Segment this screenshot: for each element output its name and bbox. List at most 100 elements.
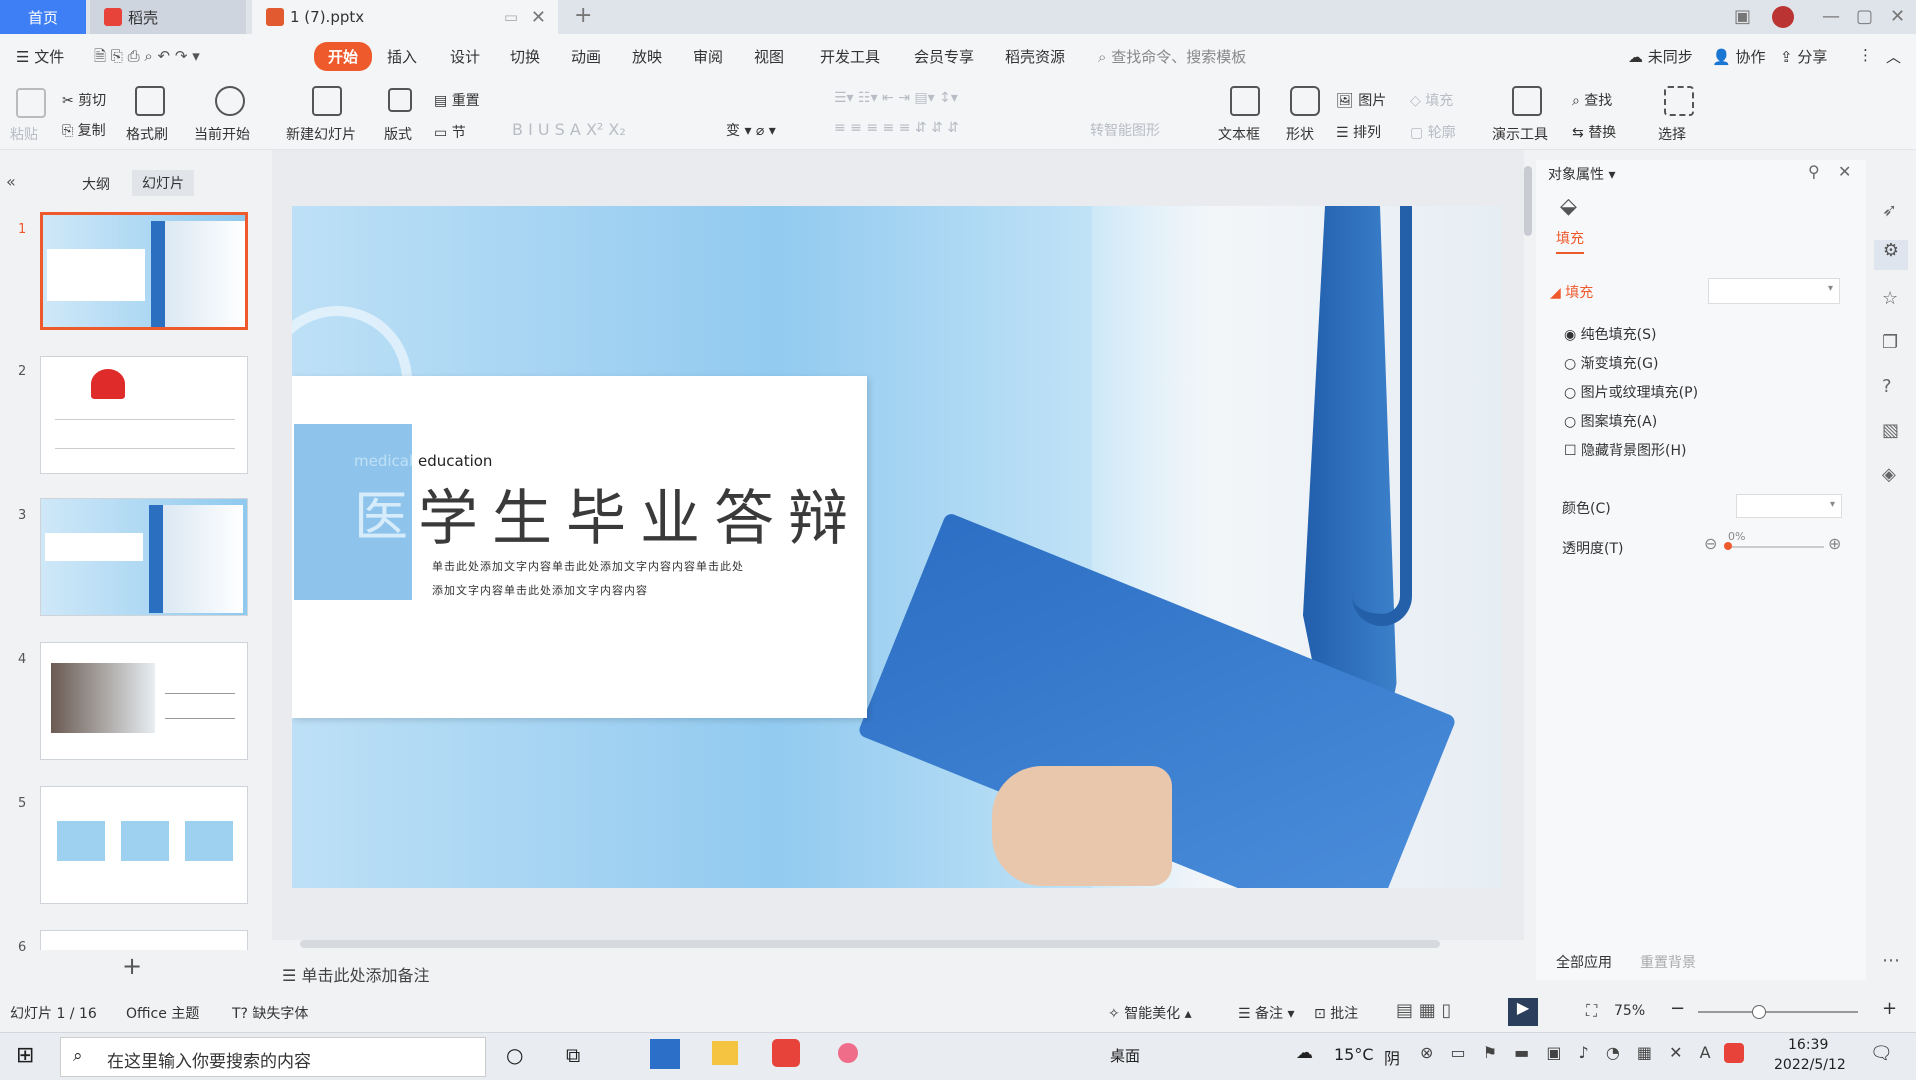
rocket-icon[interactable]: ➶ (1882, 200, 1897, 221)
windows-start-icon[interactable]: ⊞ (16, 1043, 34, 1068)
from-current-button[interactable]: 当前开始 (194, 124, 250, 144)
paragraph-buttons-bottom[interactable]: ≡ ≡ ≡ ≡ ≡ ⇵ ⇵ ⇵ (834, 120, 959, 136)
temperature[interactable]: 15°C (1334, 1045, 1374, 1064)
location-icon[interactable]: ◈ (1882, 464, 1896, 485)
fill-tab[interactable]: 填充 (1556, 228, 1584, 254)
notes-area[interactable]: ☰ 单击此处添加备注 (282, 962, 429, 986)
replace-button[interactable]: ⇆ 替换 (1572, 122, 1616, 142)
zoom-slider-handle[interactable] (1752, 1005, 1766, 1019)
text-convert-button[interactable]: 转智能图形 (1090, 120, 1160, 140)
close-window-icon[interactable]: ✕ (1890, 6, 1905, 27)
textbox-button[interactable]: 文本框 (1218, 124, 1260, 144)
menu-file[interactable]: ☰ 文件 (16, 46, 64, 67)
collapse-panel-icon[interactable]: « (6, 172, 16, 191)
menu-insert[interactable]: 插入 (387, 46, 417, 67)
add-slide-icon[interactable]: + (122, 952, 142, 980)
font-style-buttons[interactable]: B I U S A X² X₂ (512, 120, 626, 139)
layout-icon[interactable] (388, 88, 412, 112)
select-button[interactable]: 选择 (1658, 124, 1686, 144)
format-painter-button[interactable]: 格式刷 (126, 124, 168, 144)
title-card[interactable]: medical education 医 学生毕业答辩 单击此处添加文字内容单击此… (292, 376, 867, 718)
outline-tab[interactable]: 大纲 (82, 174, 110, 194)
beautify-button[interactable]: ✧ 智能美化 ▴ (1108, 1003, 1192, 1023)
more-icon[interactable]: ⋮ (1858, 46, 1873, 64)
slide-desc-line1[interactable]: 单击此处添加文字内容单击此处添加文字内容内容单击此处 (432, 558, 744, 574)
star-icon[interactable]: ☆ (1882, 288, 1898, 309)
notes-button[interactable]: ☰ 备注 ▾ (1238, 1003, 1295, 1023)
properties-icon[interactable]: ⚙ (1874, 240, 1908, 270)
fill-button[interactable]: ◇ 填充 (1410, 90, 1453, 110)
layout-button[interactable]: 版式 (384, 124, 412, 144)
clock-date[interactable]: 2022/5/12 (1774, 1057, 1846, 1073)
weather-text[interactable]: 阴 (1384, 1045, 1400, 1069)
slide-desc-line2[interactable]: 添加文字内容单击此处添加文字内容内容 (432, 582, 648, 598)
new-slide-icon[interactable] (312, 86, 342, 116)
menu-view[interactable]: 视图 (754, 46, 784, 67)
menu-design[interactable]: 设计 (450, 46, 480, 67)
notification-icon[interactable]: 🗨 (1870, 1043, 1893, 1064)
fill-type-dropdown[interactable]: ▾ (1708, 278, 1840, 304)
help-icon[interactable]: ? (1882, 376, 1892, 397)
new-tab-icon[interactable]: + (574, 3, 592, 28)
slider-handle[interactable] (1724, 542, 1732, 550)
system-tray-icons[interactable]: ⊗ ▭ ⚑ ▬ ▣ ♪ ◔ ▦ ✕ A (1420, 1043, 1717, 1062)
taskbar-search[interactable]: ⌕ 在这里输入你要搜索的内容 (60, 1037, 486, 1077)
menu-resource[interactable]: 稻壳资源 (1005, 46, 1065, 67)
recorder-icon[interactable] (838, 1043, 858, 1063)
play-icon[interactable] (215, 86, 245, 116)
radio-solid-fill[interactable]: ◉ 纯色填充(S) (1564, 324, 1656, 344)
tab-document[interactable]: 1 (7).pptx ▭ ✕ (252, 0, 558, 34)
radio-pattern-fill[interactable]: ○ 图案填充(A) (1564, 411, 1657, 431)
task-view-icon[interactable]: ⧉ (566, 1043, 580, 1067)
find-button[interactable]: ⌕ 查找 (1572, 90, 1612, 110)
slideshow-play-icon[interactable]: ▶ (1508, 998, 1538, 1026)
horizontal-scrollbar[interactable] (300, 940, 1440, 948)
textbox-icon[interactable] (1230, 86, 1260, 116)
outline-button[interactable]: ▢ 轮廓 (1410, 122, 1456, 142)
present-tools-icon[interactable] (1512, 86, 1542, 116)
slide-thumbnail-1[interactable] (40, 212, 248, 330)
paste-button[interactable]: 粘贴 (10, 124, 38, 144)
command-search[interactable]: ⌕ 查找命令、搜索模板 (1098, 46, 1246, 67)
shape-icon[interactable] (1290, 86, 1320, 116)
zoom-slider[interactable] (1698, 1005, 1858, 1019)
picture-button[interactable]: 🖼 图片 (1336, 90, 1386, 110)
share-button[interactable]: ⇪ 分享 (1780, 46, 1827, 67)
radio-picture-fill[interactable]: ○ 图片或纹理填充(P) (1564, 382, 1698, 402)
slide-thumbnail-2[interactable] (40, 356, 248, 474)
paste-icon[interactable] (16, 88, 46, 118)
image-icon[interactable]: ▧ (1882, 420, 1899, 441)
view-mode-icons[interactable]: ▤ ▦ ▯ (1396, 1000, 1451, 1021)
reset-bg-button[interactable]: 重置背景 (1640, 952, 1696, 972)
fill-section-header[interactable]: ◢ 填充 (1550, 282, 1593, 302)
collapse-ribbon-icon[interactable]: ︿ (1886, 46, 1901, 67)
minimize-icon[interactable]: — (1822, 6, 1840, 27)
slide-thumbnail-3[interactable] (40, 498, 248, 616)
format-painter-icon[interactable] (135, 86, 165, 116)
wps-icon[interactable] (772, 1039, 800, 1067)
section-button[interactable]: ▭ 节 (434, 122, 466, 142)
close-tab-icon[interactable]: ✕ (531, 7, 546, 28)
fill-bucket-icon[interactable]: ⬙ (1560, 194, 1577, 219)
menu-review[interactable]: 审阅 (693, 46, 723, 67)
slides-tab[interactable]: 幻灯片 (132, 170, 194, 196)
reset-button[interactable]: ▤ 重置 (434, 90, 480, 110)
text-effects-buttons[interactable]: 变 ▾ ⌀ ▾ (726, 120, 776, 140)
slide-title[interactable]: 学生毕业答辩 (418, 470, 862, 557)
slide-thumbnail-5[interactable] (40, 786, 248, 904)
color-picker[interactable]: ▾ (1736, 494, 1842, 518)
more-options-icon[interactable]: ⋯ (1882, 950, 1900, 971)
pin-panel-icon[interactable]: ⚲ (1808, 162, 1820, 181)
decrease-icon[interactable]: ⊖ (1704, 534, 1717, 553)
app-icon-blue[interactable] (650, 1039, 680, 1069)
tab-daoke[interactable]: 稻壳 (90, 0, 246, 34)
vertical-scrollbar[interactable] (1524, 166, 1532, 236)
desktop-toolbar[interactable]: 桌面 (1110, 1045, 1140, 1066)
cortana-icon[interactable]: ○ (506, 1043, 523, 1067)
layers-icon[interactable]: ❐ (1882, 332, 1898, 353)
shape-button[interactable]: 形状 (1286, 124, 1314, 144)
window-layout-icon[interactable]: ▣ (1734, 6, 1751, 27)
pin-icon[interactable]: ▭ (504, 8, 518, 26)
arrange-button[interactable]: ☰ 排列 (1336, 122, 1381, 142)
increase-icon[interactable]: ⊕ (1828, 534, 1841, 553)
